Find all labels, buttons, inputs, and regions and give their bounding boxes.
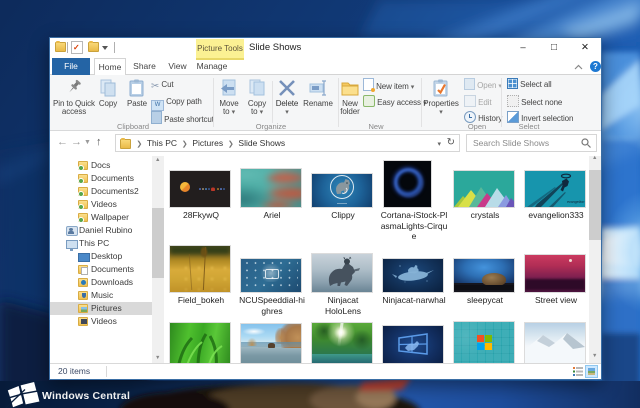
svg-text:evangelion: evangelion — [567, 200, 584, 204]
